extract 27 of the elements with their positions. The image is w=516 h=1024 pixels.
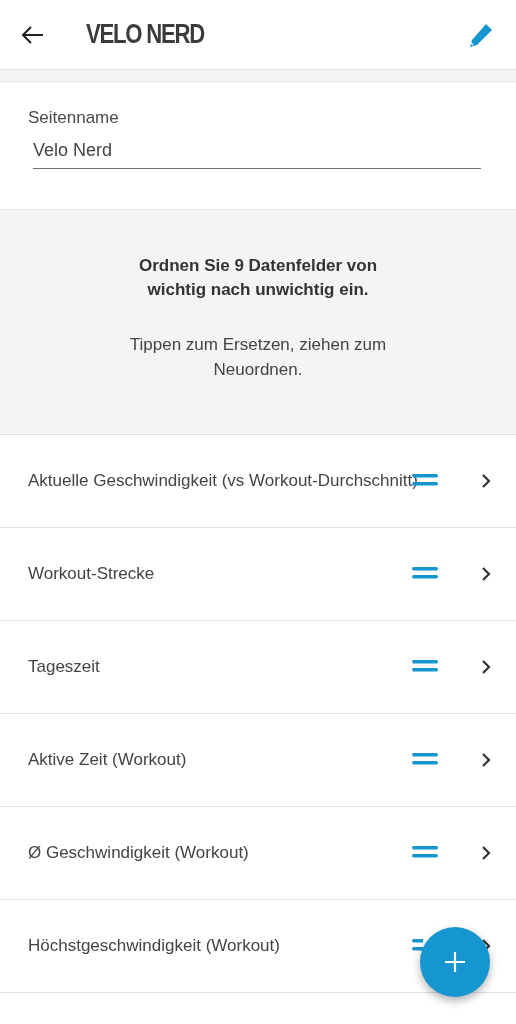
data-field-label[interactable]: Aktive Zeit (Workout) (28, 750, 187, 770)
drag-handle-icon[interactable] (412, 567, 438, 579)
drag-handle-icon[interactable] (412, 660, 438, 672)
page-name-field[interactable]: Velo Nerd (33, 136, 481, 169)
drag-handle-icon[interactable] (412, 939, 423, 951)
chevron-right-icon (481, 752, 491, 768)
chevron-right-icon (481, 659, 491, 675)
data-field-label[interactable]: Aktuelle Geschwindigkeit (vs Workout-Durchschnitt) (28, 471, 418, 491)
instruction-hint: Tippen zum Ersetzen, ziehen zum Neuordnen. (128, 334, 388, 381)
drag-handle-icon[interactable] (412, 846, 438, 858)
back-arrow-icon (22, 25, 44, 44)
plus-icon (445, 952, 465, 972)
page-title: VELO NERD (86, 19, 206, 50)
edit-button[interactable] (468, 21, 494, 48)
field-label: Seitenname (28, 108, 120, 128)
data-field-label[interactable]: Tageszeit (28, 657, 100, 677)
chevron-right-icon (481, 845, 491, 861)
drag-handle-icon[interactable] (412, 753, 438, 765)
chevron-right-icon (481, 566, 491, 582)
pencil-icon (468, 21, 494, 48)
data-field-label[interactable]: Höchstgeschwindigkeit (Workout) (28, 936, 280, 956)
data-field-label[interactable]: Ø Geschwindigkeit (Workout) (28, 843, 249, 863)
chevron-right-icon (481, 473, 491, 489)
back-button[interactable] (22, 25, 44, 44)
add-button[interactable] (420, 927, 490, 997)
instruction-heading: Ordnen Sie 9 Datenfelder von wichtig nach unwichtig ein. (137, 255, 379, 301)
data-field-label[interactable]: Workout-Strecke (28, 564, 155, 584)
